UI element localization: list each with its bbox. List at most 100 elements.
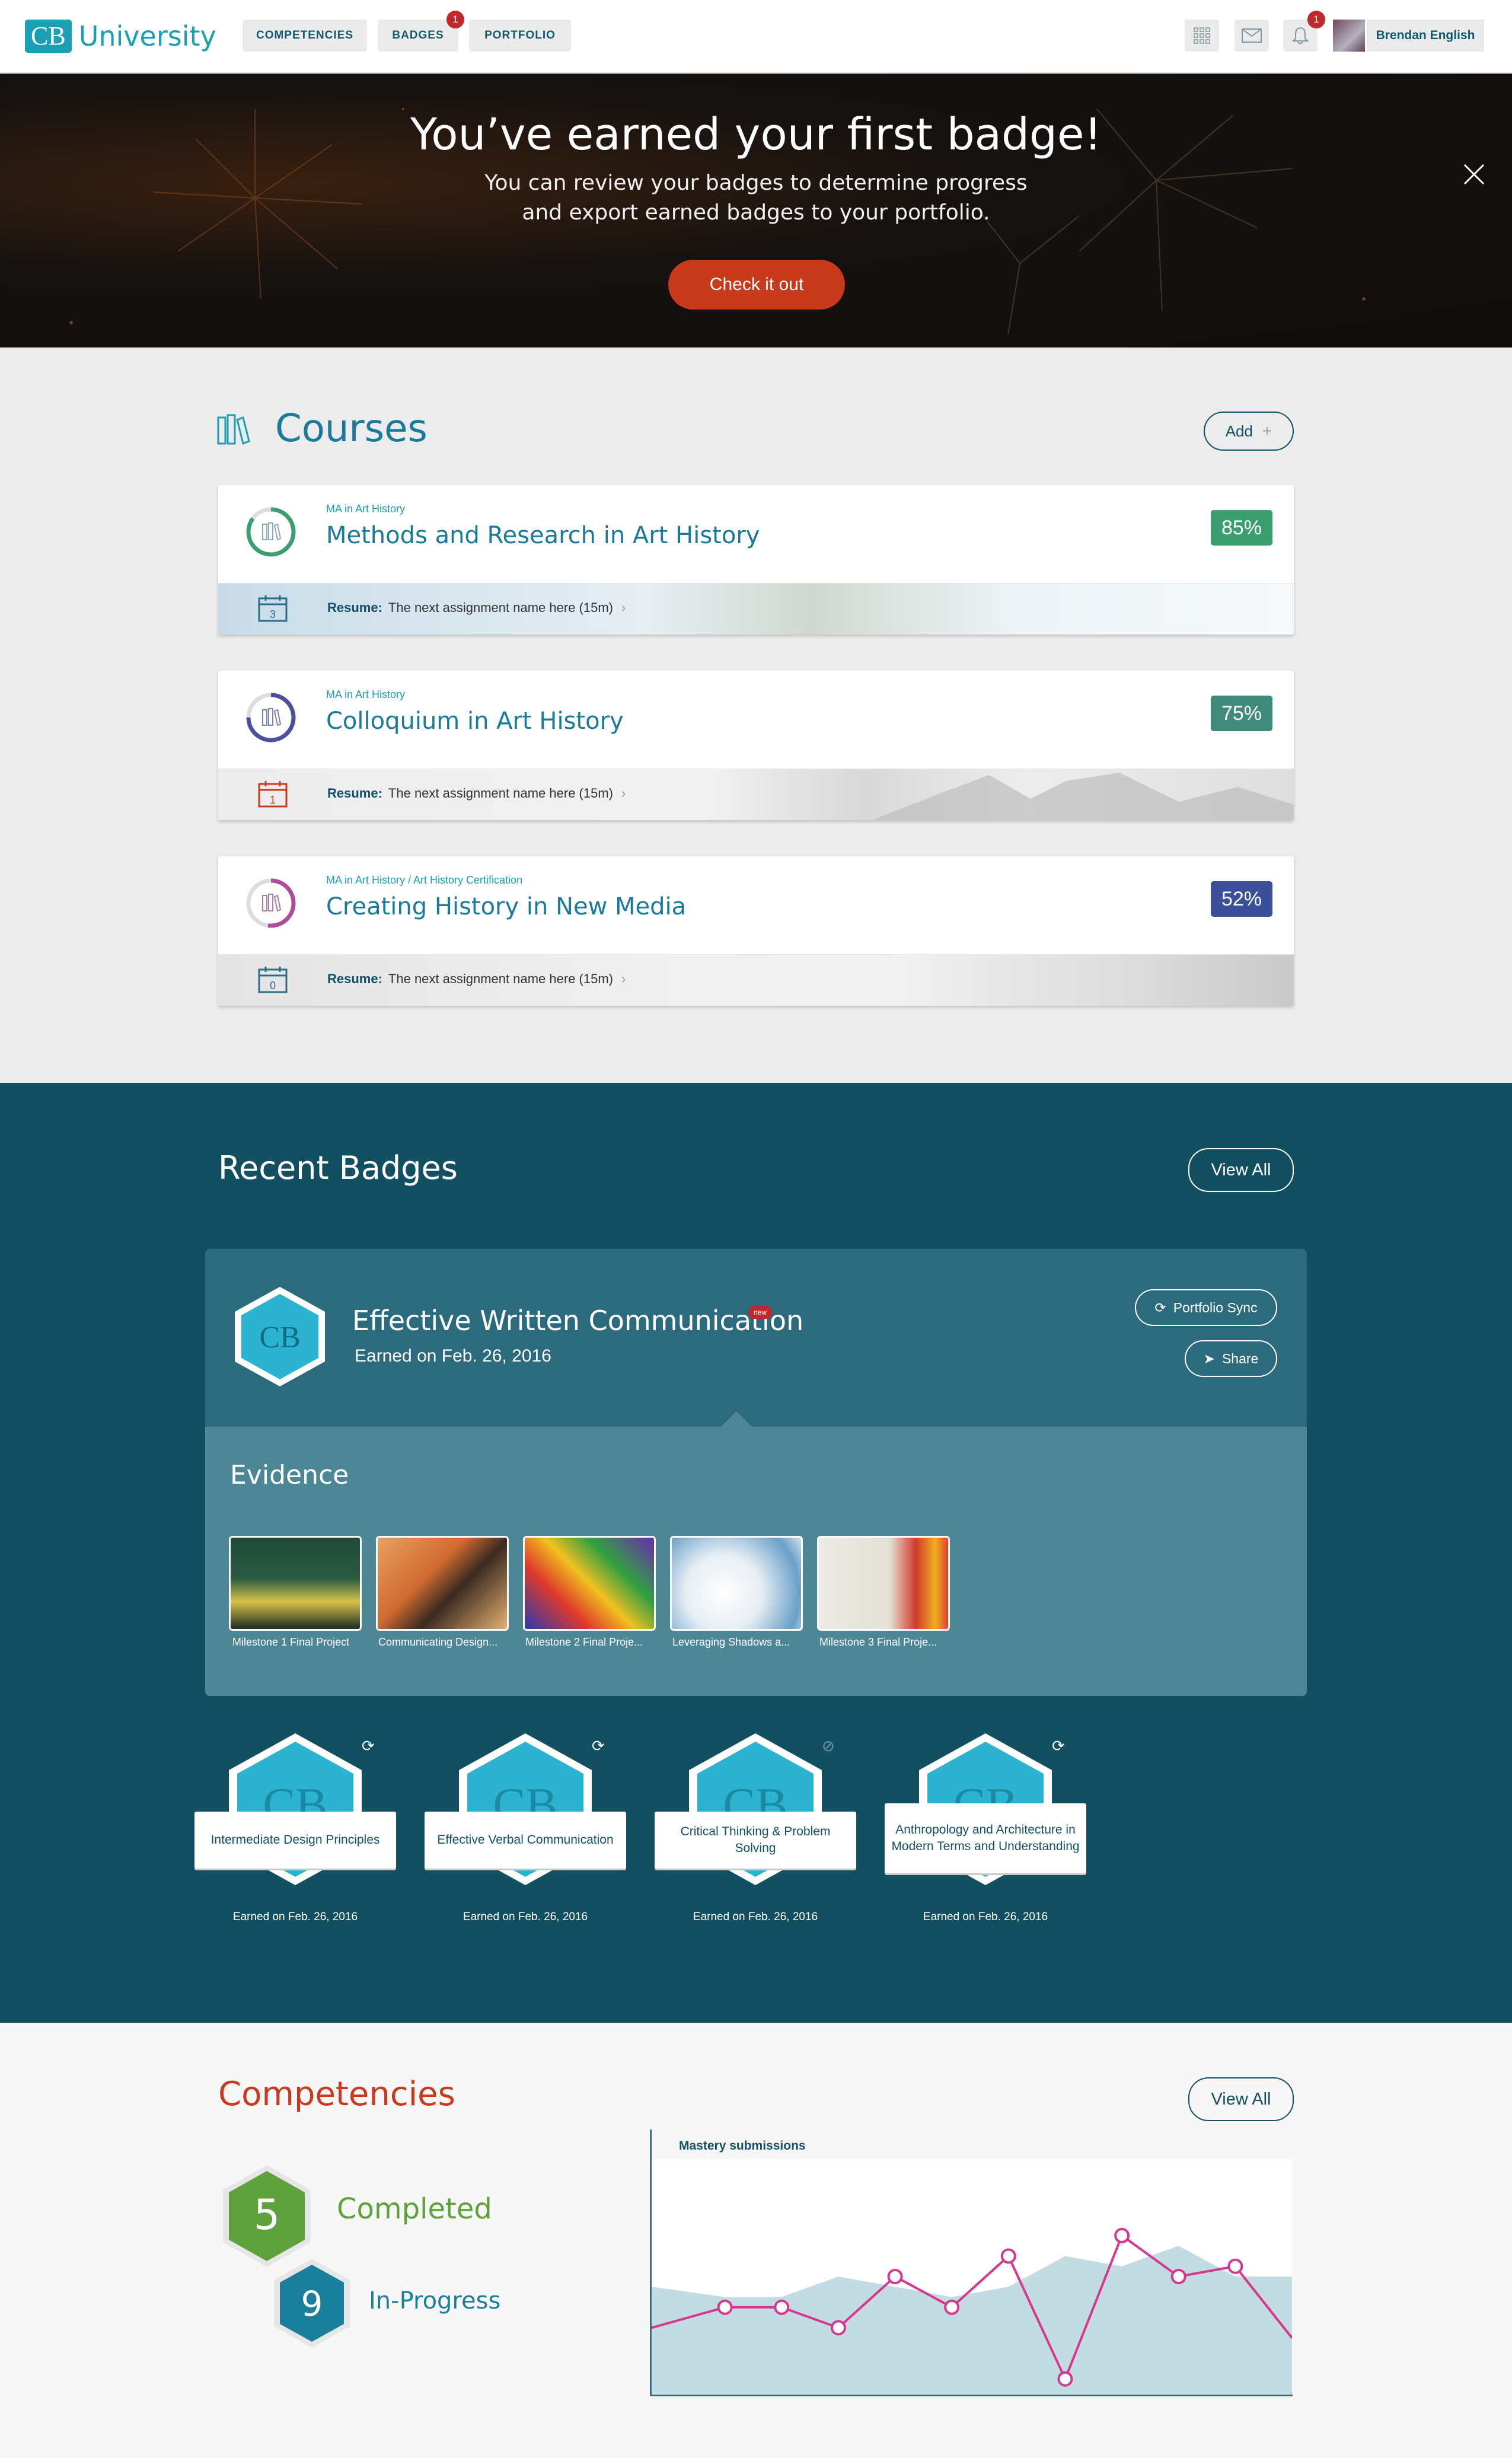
resume-text: Resume: The next assignment name here (15… (327, 971, 626, 987)
calendar-day: 1 (270, 794, 276, 806)
logo-wordmark: University (78, 20, 216, 52)
badge-card[interactable]: CB ⊘ Critical Thinking & Problem Solving (655, 1732, 856, 1904)
user-name[interactable]: Brendan English (1367, 20, 1484, 52)
pointer-arrow (720, 1411, 753, 1428)
mastery-chart: Mastery submissions (650, 2129, 1293, 2396)
course-percent-badge: 52% (1210, 881, 1272, 917)
resume-label: Resume: (327, 600, 382, 615)
new-tag: new (748, 1306, 772, 1319)
badge-card[interactable]: CB ⟳ Anthropology and Architecture in Mo… (885, 1732, 1086, 1904)
evidence-thumbnail[interactable] (670, 1536, 803, 1631)
courses-title: Courses (275, 407, 428, 451)
mastery-line-chart (652, 2227, 1292, 2394)
apps-grid-button[interactable] (1185, 20, 1219, 52)
evidence-thumbnail[interactable] (817, 1536, 950, 1631)
mail-button[interactable] (1235, 20, 1269, 52)
chart-title: Mastery submissions (679, 2139, 806, 2153)
chart-point[interactable] (774, 2299, 790, 2315)
share-button[interactable]: ➤ Share (1185, 1340, 1277, 1377)
close-icon[interactable] (1461, 161, 1487, 187)
portfolio-sync-button[interactable]: ⟳ Portfolio Sync (1135, 1289, 1277, 1326)
evidence-thumbnail[interactable] (523, 1536, 656, 1631)
notification-count-badge: 1 (1307, 11, 1325, 28)
chart-point[interactable] (944, 2299, 960, 2315)
evidence-title: Evidence (230, 1460, 349, 1490)
nav-tab-portfolio[interactable]: PORTFOLIO (469, 20, 571, 52)
courses-section: Courses Add + MA in Art History Methods … (0, 348, 1512, 1083)
course-program: MA in Art History (326, 688, 406, 700)
resume-assignment[interactable]: The next assignment name here (15m) (388, 786, 613, 801)
badge-title: Anthropology and Architecture in Modern … (885, 1803, 1086, 1873)
evidence-thumbnail[interactable] (376, 1536, 509, 1631)
competencies-view-all-button[interactable]: View All (1188, 2077, 1294, 2121)
badge-title: Intermediate Design Principles (194, 1812, 396, 1869)
badges-count-badge: 1 (446, 11, 464, 28)
banner-title: You’ve earned your first badge! (410, 109, 1102, 160)
calendar-icon: 1 (258, 781, 288, 808)
course-card[interactable]: MA in Art History / Art History Certific… (218, 856, 1294, 1006)
calendar-icon: 0 (258, 967, 288, 993)
nav-tab-competencies[interactable]: COMPETENCIES (243, 20, 367, 52)
featured-badge-earned: Earned on Feb. 26, 2016 (355, 1346, 551, 1366)
chart-point[interactable] (1114, 2227, 1130, 2243)
badge-card[interactable]: CB ⟳ Effective Verbal Communication (425, 1732, 626, 1904)
sync-icon[interactable]: ⟳ (1052, 1737, 1065, 1755)
avatar[interactable] (1333, 20, 1365, 52)
course-card[interactable]: MA in Art History Methods and Research i… (218, 485, 1294, 635)
chevron-right-icon: › (621, 786, 626, 801)
badge-title: Effective Verbal Communication (425, 1812, 626, 1869)
sync-icon: ⟳ (1154, 1299, 1166, 1315)
chart-point[interactable] (887, 2269, 903, 2284)
chart-point[interactable] (1170, 2269, 1186, 2284)
badge-title: Critical Thinking & Problem Solving (655, 1812, 856, 1869)
badge-card[interactable]: CB ⟳ Intermediate Design Principles (194, 1732, 396, 1904)
course-progress-ring (246, 878, 296, 928)
competencies-section: Competencies View All 5 Completed 9 In-P… (0, 2023, 1512, 2458)
chart-point[interactable] (1057, 2371, 1073, 2387)
badges-view-all-button[interactable]: View All (1188, 1148, 1294, 1192)
evidence-label: Milestone 1 Final Project (232, 1636, 350, 1648)
completed-hexagon: 5 (223, 2165, 311, 2267)
resume-label: Resume: (327, 786, 382, 801)
logo-mark: CB (25, 20, 72, 53)
evidence-thumbnail[interactable] (229, 1536, 362, 1631)
no-sync-icon[interactable]: ⊘ (822, 1737, 835, 1755)
check-it-out-button[interactable]: Check it out (668, 260, 845, 310)
course-title[interactable]: Colloquium in Art History (326, 707, 624, 735)
featured-badge-icon[interactable]: CB (234, 1286, 326, 1388)
completed-label: Completed (337, 2192, 492, 2226)
sync-icon[interactable]: ⟳ (362, 1737, 375, 1755)
completed-count: 5 (254, 2191, 280, 2239)
resume-bar[interactable]: 3 Resume: The next assignment name here (… (218, 583, 1294, 635)
course-percent-badge: 85% (1210, 510, 1272, 546)
badge-earned-date: Earned on Feb. 26, 2016 (693, 1911, 818, 1923)
chart-point[interactable] (717, 2299, 733, 2315)
banner-subtitle: You can review your badges to determine … (0, 168, 1512, 228)
featured-badge-title: Effective Written Communication (352, 1305, 804, 1337)
calendar-icon: 3 (258, 595, 288, 622)
resume-text: Resume: The next assignment name here (15… (327, 600, 626, 616)
competencies-title: Competencies (218, 2075, 455, 2113)
nav-tab-badges[interactable]: BADGES (378, 20, 458, 52)
share-label: Share (1221, 1350, 1259, 1366)
resume-assignment[interactable]: The next assignment name here (15m) (388, 600, 613, 615)
course-percent-badge: 75% (1210, 696, 1272, 731)
chart-point[interactable] (830, 2320, 846, 2336)
logo[interactable]: CB University (25, 20, 216, 53)
course-card[interactable]: MA in Art History Colloquium in Art Hist… (218, 671, 1294, 820)
add-course-button[interactable]: Add + (1204, 412, 1294, 451)
resume-bar[interactable]: 1 Resume: The next assignment name here (… (218, 769, 1294, 820)
top-nav: CB University COMPETENCIES BADGES 1 PORT… (0, 0, 1512, 73)
chevron-right-icon: › (621, 971, 626, 986)
chart-point[interactable] (1227, 2258, 1243, 2274)
course-title[interactable]: Methods and Research in Art History (326, 522, 760, 549)
books-icon (217, 414, 250, 445)
course-title[interactable]: Creating History in New Media (326, 893, 686, 920)
banner-subtitle-line2: and export earned badges to your portfol… (522, 200, 990, 225)
plus-icon: + (1262, 422, 1272, 440)
resume-bar[interactable]: 0 Resume: The next assignment name here (… (218, 954, 1294, 1006)
chart-point[interactable] (1000, 2248, 1016, 2264)
badge-earned-date: Earned on Feb. 26, 2016 (232, 1911, 358, 1923)
resume-assignment[interactable]: The next assignment name here (15m) (388, 971, 613, 986)
sync-icon[interactable]: ⟳ (592, 1737, 605, 1755)
